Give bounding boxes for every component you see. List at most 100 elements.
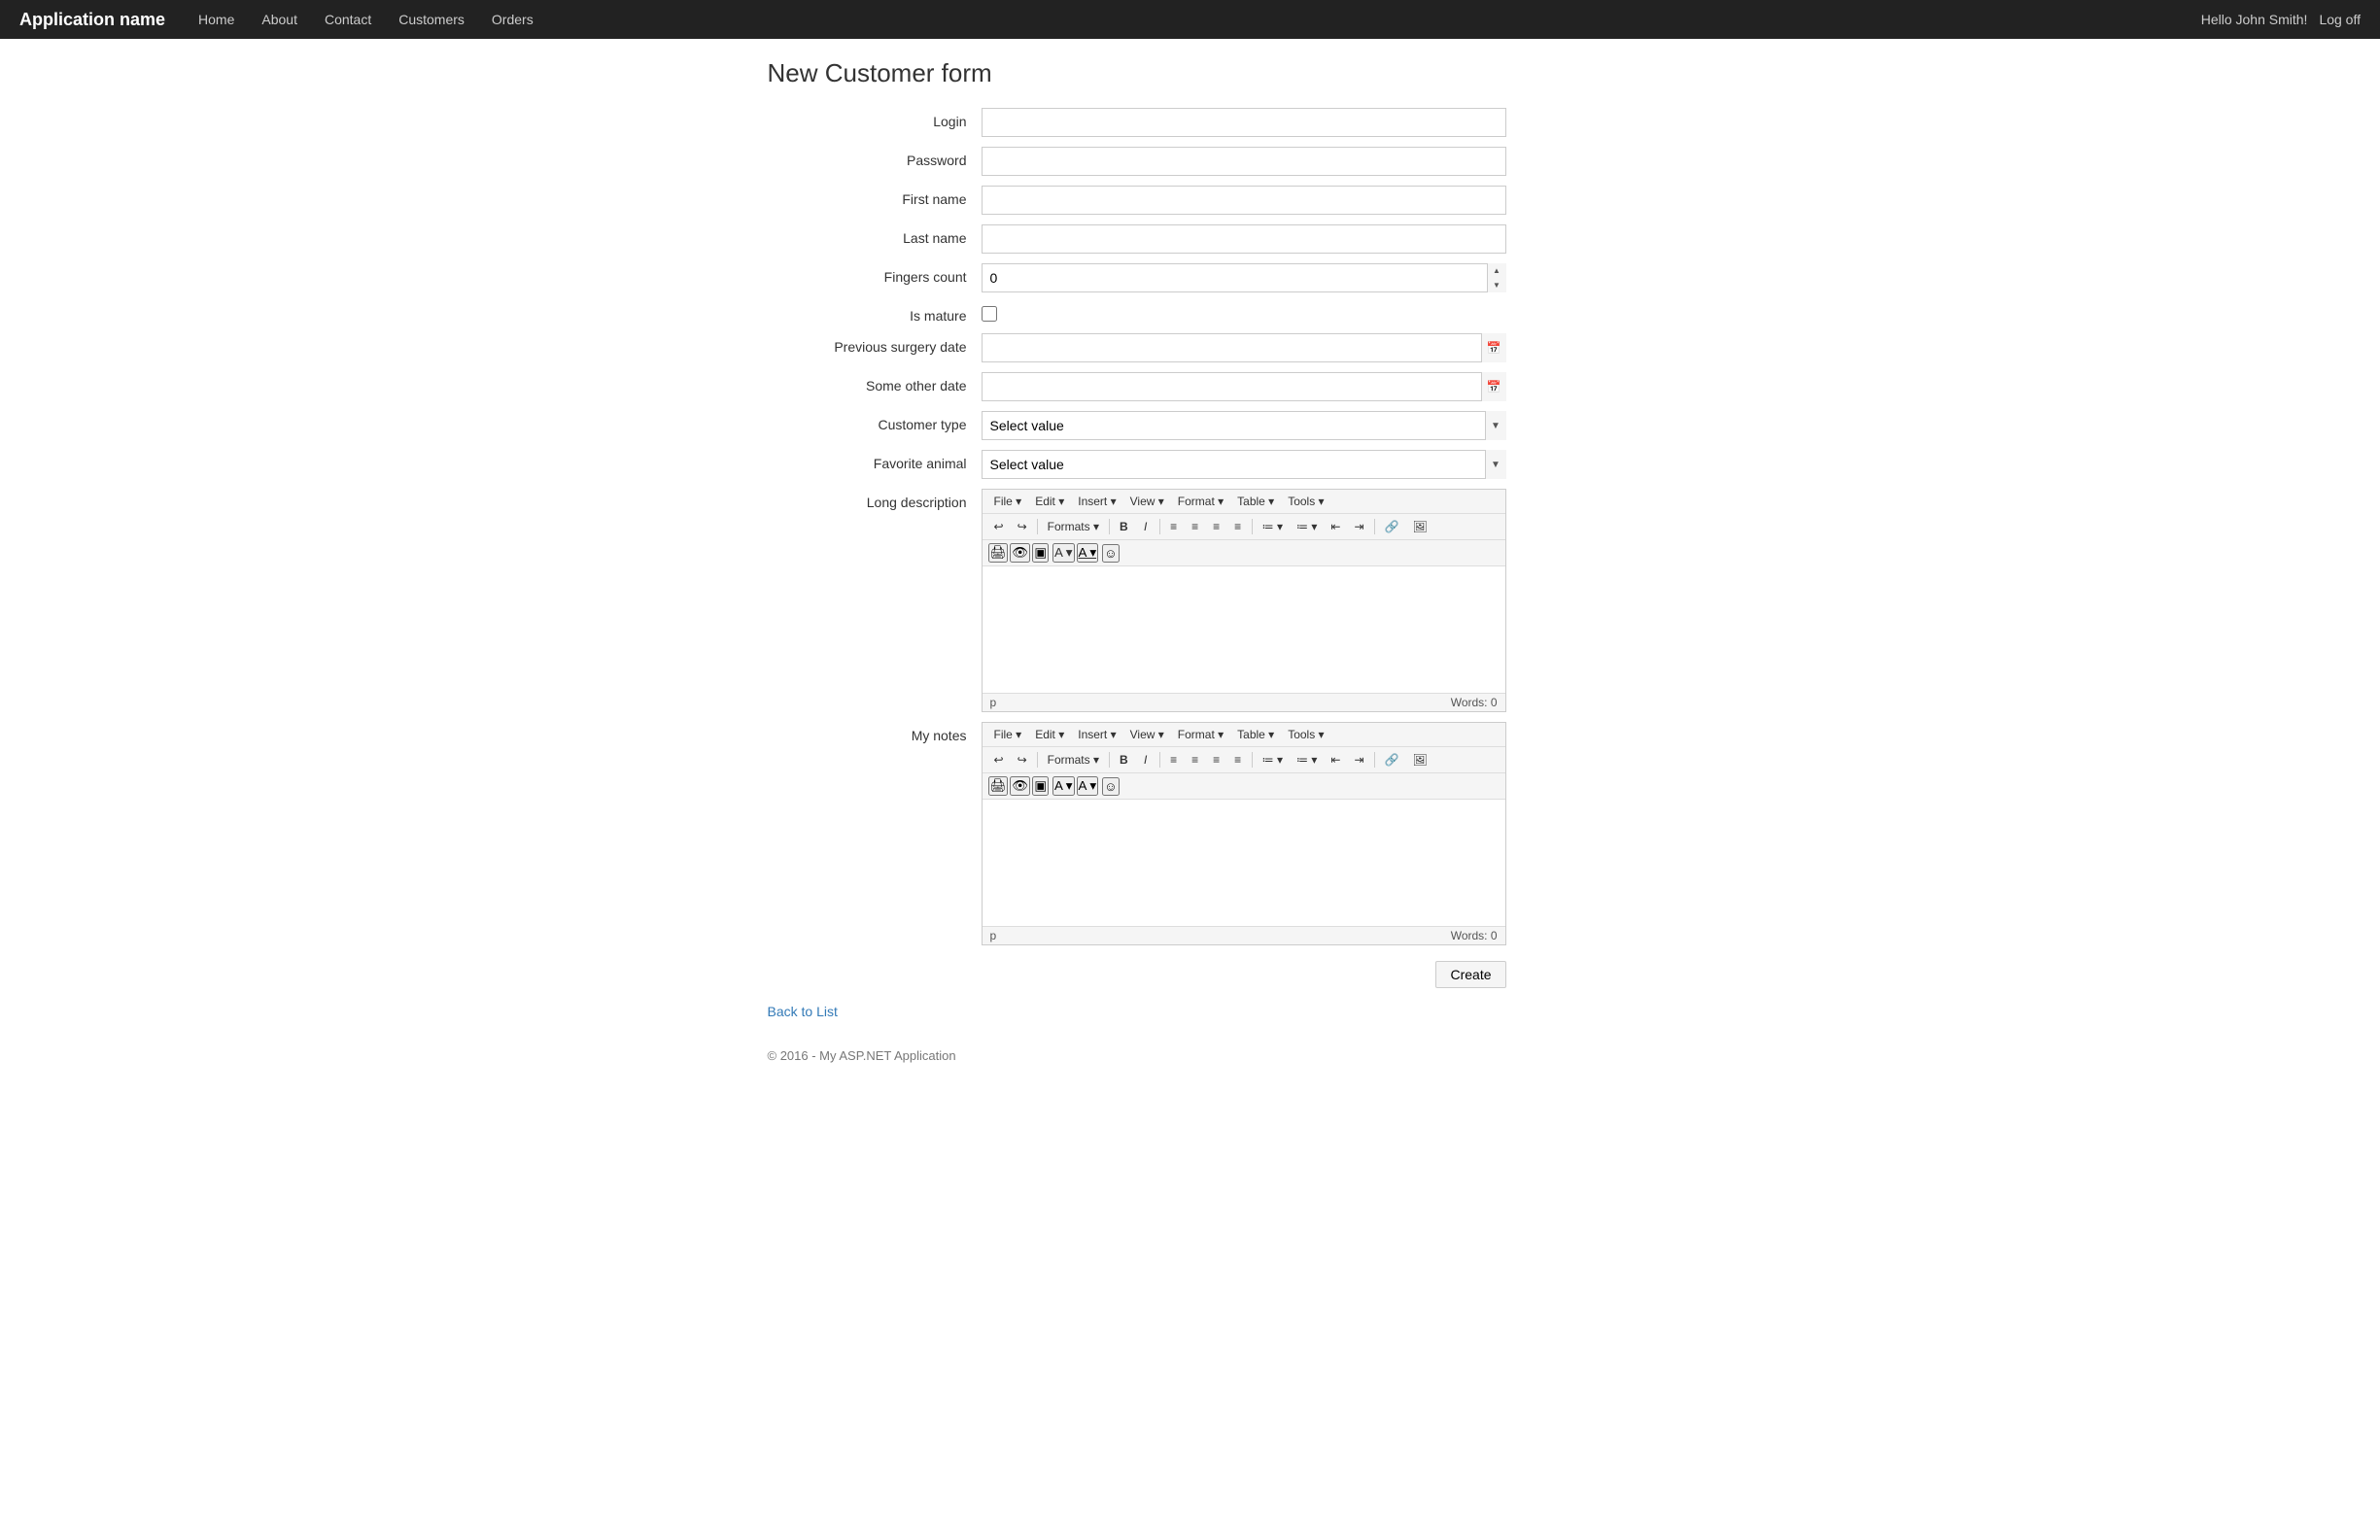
notes-sep-5	[1374, 752, 1375, 768]
nav-about[interactable]: About	[248, 1, 311, 38]
lastname-input[interactable]	[982, 224, 1506, 254]
notes-menu-insert[interactable]: Insert ▾	[1072, 726, 1121, 743]
notes-menu-tools[interactable]: Tools ▾	[1282, 726, 1329, 743]
logoff-link[interactable]: Log off	[2319, 12, 2361, 27]
link-btn[interactable]: 🔗	[1379, 517, 1405, 536]
notes-menu-format[interactable]: Format ▾	[1172, 726, 1229, 743]
menu-insert[interactable]: Insert ▾	[1072, 493, 1121, 510]
ul-btn[interactable]: ≔ ▾	[1257, 517, 1289, 536]
notes-menu-edit[interactable]: Edit ▾	[1029, 726, 1070, 743]
menu-table[interactable]: Table ▾	[1231, 493, 1280, 510]
nav-home[interactable]: Home	[185, 1, 248, 38]
notes-ol-btn[interactable]: ≔ ▾	[1291, 750, 1323, 770]
notes-emoji-btn[interactable]: ☺	[1102, 777, 1120, 796]
italic-btn[interactable]: I	[1136, 517, 1156, 536]
footer: © 2016 - My ASP.NET Application	[768, 1048, 1613, 1063]
notes-menu-table[interactable]: Table ▾	[1231, 726, 1280, 743]
notes-undo-btn[interactable]: ↩	[988, 750, 1010, 770]
long-desc-label: Long description	[768, 489, 982, 510]
notes-redo-btn[interactable]: ↪	[1012, 750, 1033, 770]
back-to-list-link[interactable]: Back to List	[768, 1004, 1613, 1019]
favorite-animal-label: Favorite animal	[768, 450, 982, 471]
nav-orders[interactable]: Orders	[478, 1, 547, 38]
notes-image-btn[interactable]: 🖼	[1406, 750, 1432, 770]
outdent-btn[interactable]: ⇤	[1325, 517, 1346, 536]
toolbar-sep-2	[1109, 519, 1110, 534]
customer-type-select[interactable]: Select value	[982, 411, 1506, 440]
font-color-btn[interactable]: A ▾	[1052, 543, 1075, 563]
notes-ul-btn[interactable]: ≔ ▾	[1257, 750, 1289, 770]
ismature-checkbox[interactable]	[982, 306, 997, 322]
notes-indent-btn[interactable]: ⇥	[1348, 750, 1369, 770]
long-desc-wordcount: Words: 0	[1451, 696, 1498, 709]
menu-edit[interactable]: Edit ▾	[1029, 493, 1070, 510]
my-notes-editor: File ▾ Edit ▾ Insert ▾ View ▾ Format ▾ T…	[982, 722, 1506, 945]
nav-contact[interactable]: Contact	[311, 1, 385, 38]
menu-file[interactable]: File ▾	[988, 493, 1028, 510]
my-notes-toolbar2: 🖨 👁 ▣ A ▾ A ▾ ☺	[983, 773, 1505, 800]
user-greeting: Hello John Smith!	[2201, 12, 2308, 27]
fingers-input[interactable]	[982, 263, 1506, 292]
notes-align-left-btn[interactable]: ≡	[1164, 750, 1184, 770]
favorite-animal-select[interactable]: Select value	[982, 450, 1506, 479]
print-btn[interactable]: 🖨	[988, 543, 1009, 563]
spin-up[interactable]: ▲	[1488, 263, 1506, 278]
indent-btn[interactable]: ⇥	[1348, 517, 1369, 536]
long-desc-menubar: File ▾ Edit ▾ Insert ▾ View ▾ Format ▾ T…	[983, 490, 1505, 514]
emoji-btn[interactable]: ☺	[1102, 544, 1120, 563]
prev-surgery-calendar-btn[interactable]: 📅	[1481, 333, 1506, 362]
formats-btn[interactable]: Formats ▾	[1042, 517, 1105, 536]
notes-bold-btn[interactable]: B	[1114, 750, 1134, 770]
notes-print-btn[interactable]: 🖨	[988, 776, 1009, 796]
lastname-group: Last name	[768, 224, 1613, 254]
notes-font-color-btn[interactable]: A ▾	[1052, 776, 1075, 796]
notes-formats-btn[interactable]: Formats ▾	[1042, 750, 1105, 770]
bold-btn[interactable]: B	[1114, 517, 1134, 536]
notes-align-center-btn[interactable]: ≡	[1186, 750, 1205, 770]
notes-sep-2	[1109, 752, 1110, 768]
notes-menu-file[interactable]: File ▾	[988, 726, 1028, 743]
other-date-input[interactable]	[982, 372, 1506, 401]
firstname-input[interactable]	[982, 186, 1506, 215]
bg-color-btn[interactable]: A ▾	[1077, 543, 1099, 563]
nav-customers[interactable]: Customers	[385, 1, 478, 38]
app-brand[interactable]: Application name	[19, 10, 165, 30]
ol-btn[interactable]: ≔ ▾	[1291, 517, 1323, 536]
other-date-calendar-btn[interactable]: 📅	[1481, 372, 1506, 401]
notes-menu-view[interactable]: View ▾	[1124, 726, 1170, 743]
long-desc-group: Long description File ▾ Edit ▾ Insert ▾ …	[768, 489, 1613, 712]
login-input[interactable]	[982, 108, 1506, 137]
menu-view[interactable]: View ▾	[1124, 493, 1170, 510]
prev-surgery-input[interactable]	[982, 333, 1506, 362]
long-desc-body[interactable]	[983, 566, 1505, 693]
my-notes-body[interactable]	[983, 800, 1505, 926]
image-btn[interactable]: 🖼	[1406, 517, 1432, 536]
notes-italic-btn[interactable]: I	[1136, 750, 1156, 770]
align-left-btn[interactable]: ≡	[1164, 517, 1184, 536]
notes-source-btn[interactable]: ▣	[1032, 776, 1049, 796]
undo-btn[interactable]: ↩	[988, 517, 1010, 536]
notes-align-right-btn[interactable]: ≡	[1207, 750, 1226, 770]
spin-buttons: ▲ ▼	[1487, 263, 1506, 292]
my-notes-toolbar1: ↩ ↪ Formats ▾ B I ≡ ≡ ≡ ≡ ≔ ▾ ≔ ▾ ⇤ ⇥ 🔗 …	[983, 747, 1505, 773]
menu-tools[interactable]: Tools ▾	[1282, 493, 1329, 510]
source-btn[interactable]: ▣	[1032, 543, 1049, 563]
redo-btn[interactable]: ↪	[1012, 517, 1033, 536]
align-center-btn[interactable]: ≡	[1186, 517, 1205, 536]
notes-align-justify-btn[interactable]: ≡	[1228, 750, 1248, 770]
align-right-btn[interactable]: ≡	[1207, 517, 1226, 536]
align-justify-btn[interactable]: ≡	[1228, 517, 1248, 536]
my-notes-footer: p Words: 0	[983, 926, 1505, 944]
notes-bg-color-btn[interactable]: A ▾	[1077, 776, 1099, 796]
notes-outdent-btn[interactable]: ⇤	[1325, 750, 1346, 770]
my-notes-element-label: p	[990, 929, 997, 942]
password-input[interactable]	[982, 147, 1506, 176]
menu-format[interactable]: Format ▾	[1172, 493, 1229, 510]
notes-preview-btn[interactable]: 👁	[1010, 776, 1030, 796]
notes-link-btn[interactable]: 🔗	[1379, 750, 1405, 770]
preview-btn[interactable]: 👁	[1010, 543, 1030, 563]
ismature-label: Is mature	[768, 302, 982, 324]
create-button[interactable]: Create	[1435, 961, 1505, 988]
spin-down[interactable]: ▼	[1488, 278, 1506, 292]
lastname-label: Last name	[768, 224, 982, 246]
